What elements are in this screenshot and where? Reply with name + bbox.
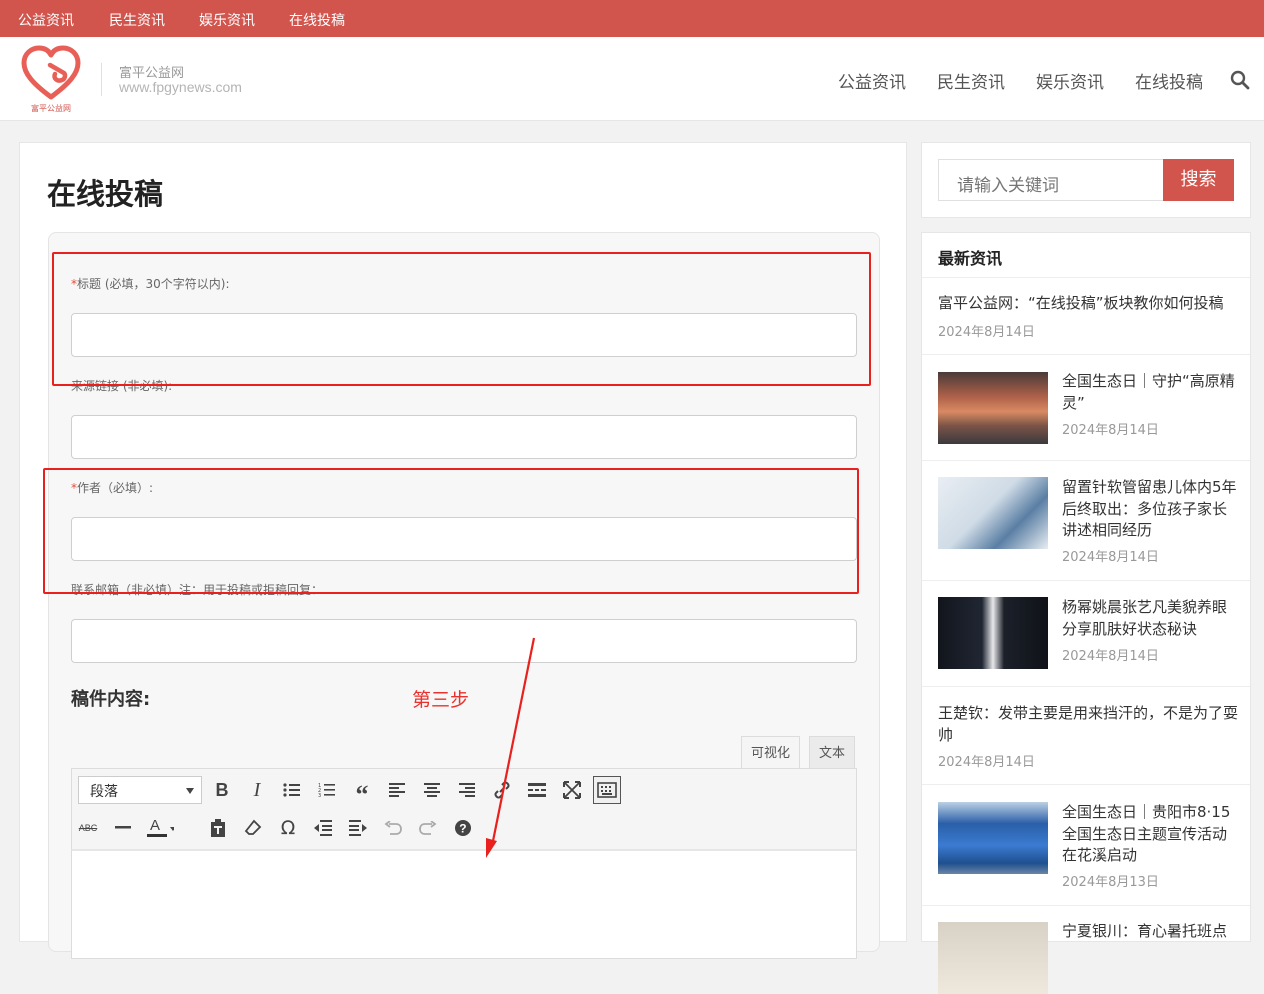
news-item-title[interactable]: 王楚钦：发带主要是用来挡汗的，不是为了耍帅 [938,703,1238,746]
bullet-list-icon[interactable] [278,776,306,804]
format-select-value: 段落 [90,784,118,800]
news-item-date: 2024年8月13日 [1062,875,1159,890]
divider [922,905,1250,906]
paste-text-icon[interactable] [204,814,232,842]
topbar-link-submit[interactable]: 在线投稿 [289,10,345,30]
news-item-date: 2024年8月14日 [1062,423,1159,438]
special-character-icon[interactable]: Ω [274,814,302,842]
topbar-link-charity[interactable]: 公益资讯 [18,10,74,30]
undo-icon[interactable] [379,814,407,842]
news-item-title[interactable]: 宁夏银川：育心暑托班点 [1062,921,1237,943]
news-thumbnail-event[interactable] [938,597,1048,669]
toolbar-toggle-icon[interactable] [593,776,621,804]
topbar-link-entertainment[interactable]: 娱乐资讯 [199,10,255,30]
news-item-title[interactable]: 杨幂姚晨张艺凡美貌养眼分享肌肤好状态秘诀 [1062,597,1237,640]
news-item-title[interactable]: 全国生态日｜贵阳市8·15全国生态日主题宣传活动在花溪启动 [1062,802,1237,867]
news-thumbnail-sunset[interactable] [938,372,1048,444]
editor-content-area[interactable] [71,849,857,959]
site-url: www.fpgynews.com [119,79,242,95]
horizontal-line-icon[interactable] [109,814,137,842]
align-left-icon[interactable] [383,776,411,804]
blockquote-icon[interactable]: “ [348,776,376,808]
source-link-input[interactable] [71,415,857,459]
chevron-down-icon [186,788,194,794]
news-item-title[interactable]: 富平公益网：“在线投稿”板块教你如何投稿 [938,293,1238,315]
topbar-link-livelihood[interactable]: 民生资讯 [109,10,165,30]
news-item-date: 2024年8月14日 [938,325,1035,340]
top-bar: 公益资讯 民生资讯 娱乐资讯 在线投稿 [0,0,1264,37]
site-header: 富平公益网 富平公益网 www.fpgynews.com 公益资讯 民生资讯 娱… [0,37,1264,121]
nav-item-submit[interactable]: 在线投稿 [1135,68,1203,93]
news-item-date: 2024年8月14日 [1062,649,1159,664]
step-annotation: 第三步 [412,689,470,711]
news-thumbnail-ceremony[interactable] [938,802,1048,874]
annotation-arrow-icon [486,637,536,858]
divider [922,460,1250,461]
sidebar-latest-news: 最新资讯 富平公益网：“在线投稿”板块教你如何投稿 2024年8月14日 全国生… [921,232,1251,994]
header-divider [101,63,102,96]
bold-icon[interactable]: B [208,776,236,804]
heart-logo-icon [21,45,81,100]
site-logo[interactable]: 富平公益网 [20,45,82,115]
tab-visual[interactable]: 可视化 [741,736,801,769]
indent-icon[interactable] [344,814,372,842]
divider [922,784,1250,785]
news-item-title[interactable]: 全国生态日｜守护“高原精灵” [1062,371,1237,414]
latest-news-title: 最新资讯 [938,249,1003,268]
news-thumbnail-medical[interactable] [938,477,1048,549]
divider [922,686,1250,687]
content-label: 稿件内容: [71,689,151,710]
news-item-title[interactable]: 留置针软管留患儿体内5年后终取出：多位孩子家长讲述相同经历 [1062,477,1237,542]
svg-text:3: 3 [318,793,321,798]
search-icon[interactable] [1230,70,1250,90]
nav-item-charity[interactable]: 公益资讯 [838,68,906,93]
email-input[interactable] [71,619,857,663]
outdent-icon[interactable] [309,814,337,842]
logo-caption: 富平公益网 [31,104,71,113]
divider [922,354,1250,355]
divider [922,277,1250,278]
editor-toolbar: 段落 B I 123 “ ABC A Ω ? [71,768,857,850]
news-thumbnail-classroom[interactable] [938,922,1048,994]
page-title: 在线投稿 [47,177,164,211]
sidebar-search-button[interactable]: 搜索 [1163,159,1234,201]
align-center-icon[interactable] [418,776,446,804]
divider [922,580,1250,581]
redo-icon[interactable] [414,814,442,842]
sidebar-search-input[interactable] [938,159,1164,201]
strikethrough-icon[interactable]: ABC [74,814,102,842]
news-item-date: 2024年8月14日 [1062,550,1159,565]
svg-text:?: ? [459,822,466,836]
text-color-icon[interactable]: A [146,814,174,842]
format-select[interactable]: 段落 [78,776,202,804]
news-item-date: 2024年8月14日 [938,755,1035,770]
annotation-box-author [43,468,859,594]
fullscreen-icon[interactable] [558,776,586,804]
svg-text:A: A [150,817,160,834]
annotation-box-title [52,252,871,386]
tab-text[interactable]: 文本 [809,736,856,769]
sidebar-search: 搜索 [921,142,1251,218]
clear-format-icon[interactable] [239,814,267,842]
italic-icon[interactable]: I [243,776,271,804]
nav-item-livelihood[interactable]: 民生资讯 [937,68,1005,93]
nav-item-entertainment[interactable]: 娱乐资讯 [1036,68,1104,93]
numbered-list-icon[interactable]: 123 [313,776,341,804]
